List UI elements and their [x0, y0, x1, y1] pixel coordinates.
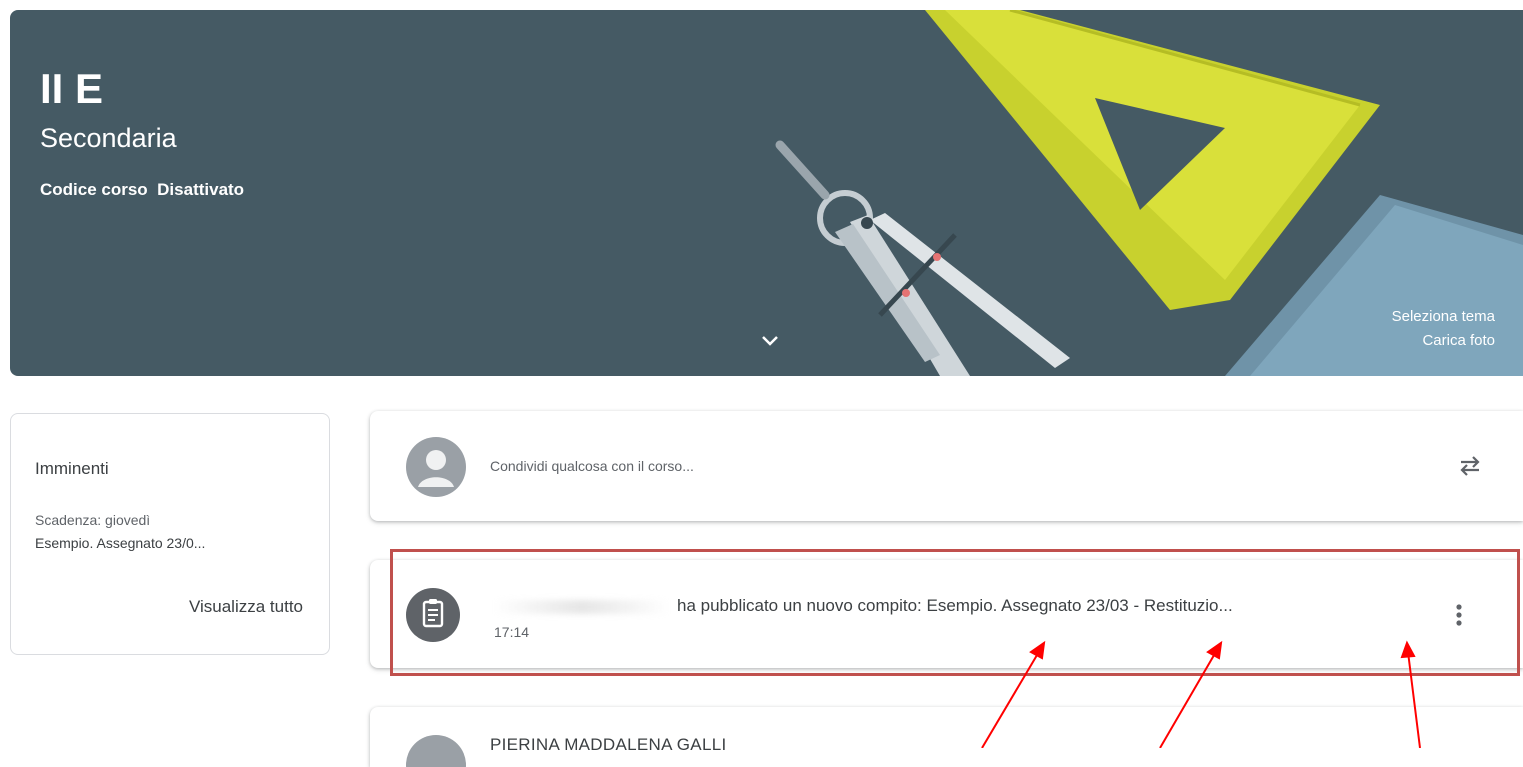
share-box[interactable]: Condividi qualcosa con il corso...	[370, 411, 1523, 521]
class-code-value: Disattivato	[157, 180, 245, 199]
assignment-post[interactable]: ha pubblicato un nuovo compito: Esempio.…	[370, 560, 1523, 668]
chevron-down-icon[interactable]	[758, 328, 782, 352]
upload-photo-link[interactable]: Carica foto	[1422, 332, 1495, 349]
next-post[interactable]: PIERINA MADDALENA GALLI	[370, 707, 1523, 767]
upcoming-card: Imminenti Scadenza: giovedì Esempio. Ass…	[10, 413, 330, 655]
post-timestamp: 17:14	[494, 624, 530, 640]
share-input-placeholder[interactable]: Condividi qualcosa con il corso...	[490, 458, 694, 474]
class-title: II E	[40, 65, 104, 112]
upcoming-item-link[interactable]: Esempio. Assegnato 23/0...	[35, 535, 205, 551]
upcoming-title: Imminenti	[35, 459, 109, 478]
repost-icon[interactable]	[1455, 451, 1485, 481]
user-avatar-icon	[406, 437, 466, 497]
class-code: Codice corso Disattivato	[40, 180, 244, 200]
select-theme-link[interactable]: Seleziona tema	[1392, 308, 1495, 325]
assignment-icon	[406, 588, 460, 642]
class-section: Secondaria	[40, 123, 177, 153]
post-author: PIERINA MADDALENA GALLI	[490, 735, 727, 754]
class-banner: II E Secondaria Codice corso Disattivato…	[10, 10, 1523, 376]
view-all-button[interactable]: Visualizza tutto	[189, 597, 303, 617]
blurred-author-name	[494, 600, 669, 614]
more-vert-icon[interactable]	[1447, 600, 1471, 630]
upcoming-due-date: Scadenza: giovedì	[35, 512, 151, 528]
class-code-label: Codice corso	[40, 180, 148, 199]
author-avatar	[406, 735, 466, 767]
post-title[interactable]: ha pubblicato un nuovo compito: Esempio.…	[677, 596, 1233, 616]
